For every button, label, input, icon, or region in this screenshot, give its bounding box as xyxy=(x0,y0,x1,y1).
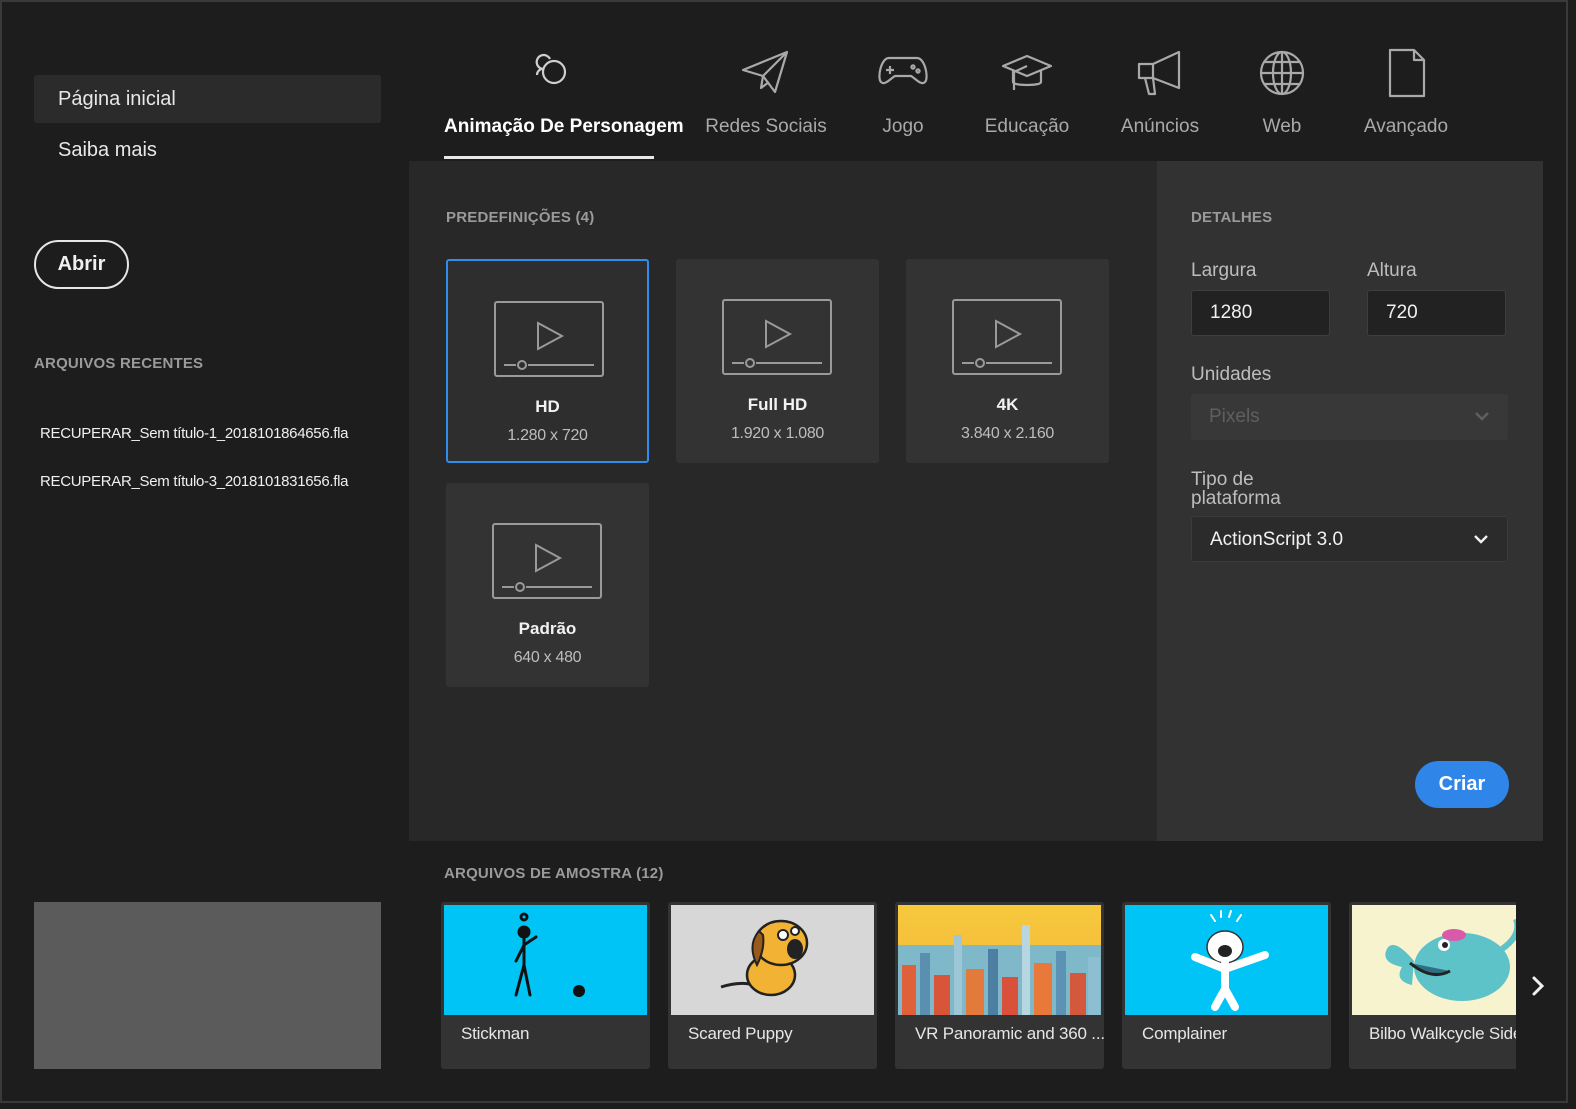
nav-home[interactable]: Página inicial xyxy=(34,75,381,123)
preset-card-hd[interactable]: HD 1.280 x 720 xyxy=(446,259,649,463)
tab-label: Jogo xyxy=(882,116,924,137)
recent-file-item[interactable]: RECUPERAR_Sem título-1_2018101864656.fla xyxy=(40,425,349,442)
carousel-next-icon[interactable] xyxy=(1530,974,1546,998)
sample-card-stickman[interactable]: Stickman xyxy=(441,902,650,1069)
character-animation-icon xyxy=(535,53,567,85)
tab-character-animation[interactable]: Animação De Personagem xyxy=(444,40,684,160)
preset-card-standard[interactable]: Padrão 640 x 480 xyxy=(446,483,649,687)
preset-size: 1.920 x 1.080 xyxy=(730,425,825,442)
recent-files-heading: ARQUIVOS RECENTES xyxy=(34,355,204,372)
tab-game[interactable]: Jogo xyxy=(870,40,936,160)
preset-card-4k[interactable]: 4K 3.840 x 2.160 xyxy=(906,259,1109,463)
width-input[interactable]: 1280 xyxy=(1191,290,1330,336)
recent-file-item[interactable]: RECUPERAR_Sem título-3_2018101831656.fla xyxy=(40,473,349,490)
sample-thumbnail xyxy=(671,905,874,1015)
sample-title: Scared Puppy xyxy=(688,1024,793,1043)
preset-name: Full HD xyxy=(747,395,808,414)
width-label: Largura xyxy=(1191,260,1257,281)
tab-ads[interactable]: Anúncios xyxy=(1118,40,1202,160)
sample-thumbnail xyxy=(1352,905,1516,1015)
tab-social[interactable]: Redes Sociais xyxy=(705,40,827,160)
sidebar-preview-placeholder xyxy=(34,902,381,1069)
tab-label: Redes Sociais xyxy=(705,116,827,137)
document-icon xyxy=(1388,48,1426,98)
preset-name: Padrão xyxy=(518,619,577,638)
sample-thumbnail xyxy=(898,905,1101,1015)
details-heading: DETALHES xyxy=(1191,209,1273,226)
preset-card-full-hd[interactable]: Full HD 1.920 x 1.080 xyxy=(676,259,879,463)
open-button[interactable]: Abrir xyxy=(34,240,129,289)
sample-title: Stickman xyxy=(461,1024,530,1043)
sample-thumbnail xyxy=(1125,905,1328,1015)
tab-label: Anúncios xyxy=(1120,116,1200,137)
tab-web[interactable]: Web xyxy=(1252,40,1312,160)
platform-label: Tipo de plataforma xyxy=(1191,470,1281,508)
preset-size: 3.840 x 2.160 xyxy=(960,425,1055,442)
sample-card-vr-panoramic[interactable]: VR Panoramic and 360 ... xyxy=(895,902,1104,1069)
megaphone-icon xyxy=(1137,50,1181,96)
sample-card-scared-puppy[interactable]: Scared Puppy xyxy=(668,902,877,1069)
create-button[interactable]: Criar xyxy=(1415,761,1509,808)
video-preset-icon xyxy=(494,301,604,377)
active-tab-indicator xyxy=(444,156,654,159)
units-dropdown[interactable]: Pixels xyxy=(1191,394,1508,440)
tab-label: Avançado xyxy=(1363,116,1449,137)
preset-size: 640 x 480 xyxy=(513,649,582,666)
platform-label-line1: Tipo de xyxy=(1191,469,1254,490)
sample-title: Bilbo Walkcycle Side xyxy=(1369,1024,1516,1043)
nav-home-label: Página inicial xyxy=(58,88,176,110)
samples-heading: ARQUIVOS DE AMOSTRA (12) xyxy=(444,865,664,882)
nav-learn-more[interactable]: Saiba mais xyxy=(34,126,381,174)
platform-value: ActionScript 3.0 xyxy=(1210,529,1344,550)
tab-education[interactable]: Educação xyxy=(984,40,1070,160)
tab-label: Animação De Personagem xyxy=(444,116,684,137)
sample-thumbnail xyxy=(444,905,647,1015)
sample-card-complainer[interactable]: Complainer xyxy=(1122,902,1331,1069)
paper-plane-icon xyxy=(741,50,789,94)
presets-heading: PREDEFINIÇÕES (4) xyxy=(446,209,595,226)
units-label: Unidades xyxy=(1191,364,1272,385)
units-value: Pixels xyxy=(1209,406,1260,427)
sample-card-bilbo-walkcycle[interactable]: Bilbo Walkcycle Side xyxy=(1349,902,1516,1069)
chevron-down-icon xyxy=(1475,412,1489,421)
globe-icon xyxy=(1259,50,1305,96)
height-input[interactable]: 720 xyxy=(1367,290,1506,336)
height-label: Altura xyxy=(1367,260,1417,281)
preset-size: 1.280 x 720 xyxy=(507,427,588,444)
chevron-down-icon xyxy=(1474,535,1488,544)
nav-learn-more-label: Saiba mais xyxy=(58,139,157,161)
sample-title: Complainer xyxy=(1142,1024,1227,1043)
tab-label: Web xyxy=(1262,116,1302,137)
preset-name: HD xyxy=(535,397,560,416)
tab-label: Educação xyxy=(984,116,1070,137)
tab-advanced[interactable]: Avançado xyxy=(1362,40,1450,160)
sample-title: VR Panoramic and 360 ... xyxy=(915,1024,1104,1043)
gamepad-icon xyxy=(878,56,928,85)
preset-name: 4K xyxy=(996,395,1019,414)
platform-label-line2: plataforma xyxy=(1191,488,1281,509)
video-preset-icon xyxy=(492,523,602,599)
video-preset-icon xyxy=(722,299,832,375)
video-preset-icon xyxy=(952,299,1062,375)
graduation-cap-icon xyxy=(1001,54,1053,90)
platform-dropdown[interactable]: ActionScript 3.0 xyxy=(1191,516,1508,562)
samples-carousel: Stickman Scared Puppy VR Panoramic and 3… xyxy=(441,902,1516,1069)
